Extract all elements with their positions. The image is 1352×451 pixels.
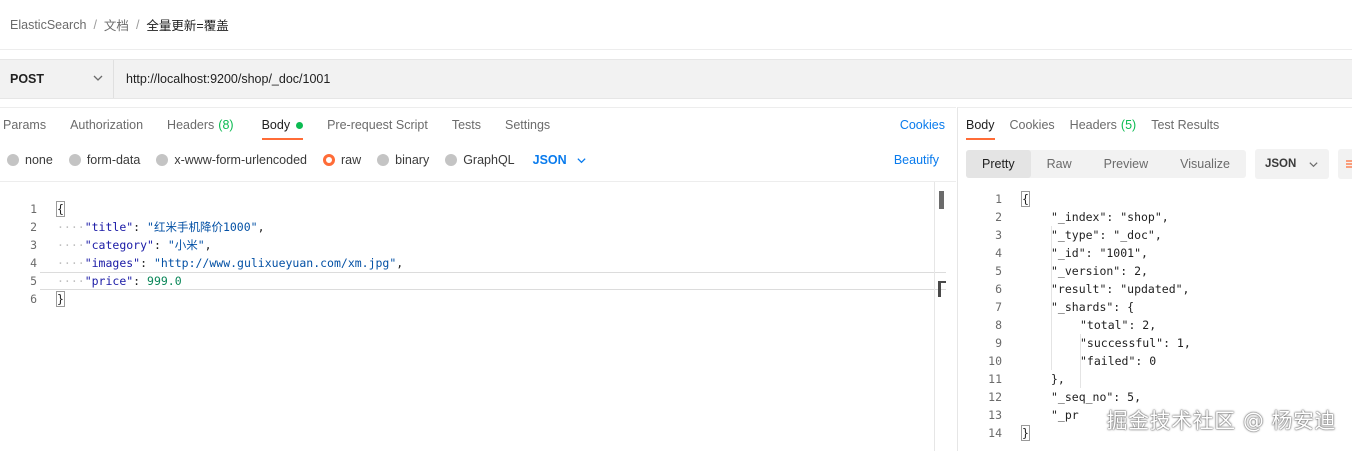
- tab-params[interactable]: Params: [3, 108, 46, 142]
- tab-settings[interactable]: Settings: [505, 108, 550, 142]
- code-line: 9 "successful": 1,: [995, 336, 1191, 350]
- body-indicator-icon: [296, 121, 304, 129]
- tab-tests[interactable]: Tests: [452, 108, 481, 142]
- code-line: 5 "_version": 2,: [995, 264, 1148, 278]
- tab-headers[interactable]: Headers (8): [167, 108, 234, 142]
- breadcrumb: ElasticSearch / 文档 / 全量更新=覆盖: [0, 0, 1352, 50]
- code-line: 4 ····"images": "http://www.gulixueyuan.…: [30, 256, 404, 270]
- radio-raw[interactable]: raw: [323, 153, 361, 167]
- request-url-bar: POST http://localhost:9200/shop/_doc/100…: [0, 59, 1352, 99]
- tab-body[interactable]: Body: [261, 108, 304, 142]
- code-line: 2 "_index": "shop",: [995, 210, 1169, 224]
- radio-binary[interactable]: binary: [377, 153, 429, 167]
- code-line: 6 "result": "updated",: [995, 282, 1190, 296]
- code-line: 11},: [988, 372, 1065, 386]
- response-tabs: Body Cookies Headers (5) Test Results: [966, 108, 1219, 142]
- response-view-modes: Pretty Raw Preview Visualize: [966, 150, 1246, 178]
- wrap-lines-button[interactable]: [1337, 149, 1352, 179]
- request-tabs: Params Authorization Headers (8) Body Pre…: [3, 108, 550, 142]
- tab-test-results[interactable]: Test Results: [1151, 108, 1219, 142]
- breadcrumb-collection[interactable]: ElasticSearch: [10, 18, 86, 32]
- chevron-down-icon: [1309, 161, 1318, 167]
- method-label: POST: [10, 72, 45, 86]
- tab-response-cookies[interactable]: Cookies: [1010, 108, 1055, 142]
- code-line: 8 "total": 2,: [995, 318, 1157, 332]
- chevron-down-icon: [577, 157, 586, 163]
- tab-authorization[interactable]: Authorization: [70, 108, 143, 142]
- breadcrumb-separator: /: [135, 17, 140, 32]
- request-body-editor[interactable]: 1 { 2 ····"title": "红米手机降价1000", 3 ····"…: [0, 181, 956, 451]
- code-line: 5 ····"price": 999.0: [30, 274, 182, 288]
- view-visualize-button[interactable]: Visualize: [1164, 150, 1246, 178]
- request-name[interactable]: 全量更新=覆盖: [146, 15, 228, 34]
- radio-circle: [445, 154, 458, 166]
- radio-circle: [68, 154, 81, 166]
- wrap-lines-icon: [1345, 160, 1352, 168]
- response-format-select[interactable]: JSON: [1254, 149, 1329, 179]
- code-line: 4 "_id": "1001",: [995, 246, 1148, 260]
- response-toolbar: Pretty Raw Preview Visualize JSON: [966, 149, 1352, 179]
- code-line: 3 "_type": "_doc",: [995, 228, 1162, 242]
- chevron-down-icon: [93, 75, 103, 81]
- headers-count: (8): [218, 118, 234, 132]
- breadcrumb-folder[interactable]: 文档: [104, 15, 129, 34]
- code-line: 1 {: [30, 201, 65, 217]
- view-raw-button[interactable]: Raw: [1031, 150, 1088, 178]
- tab-response-body[interactable]: Body: [966, 108, 995, 142]
- radio-circle: [156, 154, 169, 166]
- view-pretty-button[interactable]: Pretty: [966, 150, 1031, 178]
- radio-x-www-form-urlencoded[interactable]: x-www-form-urlencoded: [156, 153, 307, 167]
- watermark: 掘金技术社区 @ 杨安迪: [1106, 409, 1336, 433]
- code-line: 7 "_shards": {: [995, 300, 1135, 314]
- tab-response-headers[interactable]: Headers (5): [1070, 108, 1137, 142]
- body-type-selector: none form-data x-www-form-urlencoded raw…: [0, 146, 956, 174]
- tab-pre-request-script[interactable]: Pre-request Script: [327, 108, 428, 142]
- response-pane: Body Cookies Headers (5) Test Results Pre…: [957, 107, 1352, 451]
- view-preview-button[interactable]: Preview: [1088, 150, 1164, 178]
- radio-graphql[interactable]: GraphQL: [445, 153, 515, 167]
- url-input[interactable]: http://localhost:9200/shop/_doc/1001: [126, 60, 330, 98]
- radio-form-data[interactable]: form-data: [68, 153, 140, 167]
- code-line: 12 "_seq_no": 5,: [988, 390, 1142, 404]
- code-line: 1{: [995, 191, 1030, 207]
- request-pane: Params Authorization Headers (8) Body Pre…: [0, 107, 956, 451]
- cookies-link[interactable]: Cookies: [900, 108, 945, 142]
- code-line: 2 ····"title": "红米手机降价1000",: [30, 220, 265, 234]
- radio-circle: [7, 154, 19, 166]
- code-line: 3 ····"category": "小米",: [30, 238, 212, 252]
- body-format-select[interactable]: JSON: [533, 153, 587, 167]
- response-headers-count: (5): [1120, 118, 1137, 132]
- code-line: 6 }: [30, 291, 65, 307]
- code-line: 10 "failed": 0: [988, 354, 1157, 368]
- breadcrumb-separator: /: [93, 17, 97, 32]
- beautify-button[interactable]: Beautify: [894, 146, 939, 174]
- radio-circle: [377, 154, 390, 166]
- method-select[interactable]: POST: [0, 60, 114, 98]
- radio-circle-selected: [323, 154, 335, 166]
- radio-none[interactable]: none: [7, 153, 53, 167]
